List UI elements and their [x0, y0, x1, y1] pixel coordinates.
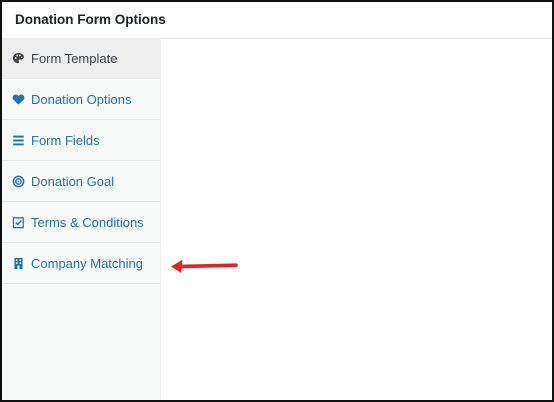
sidebar-item-donation-options[interactable]: Donation Options	[2, 79, 160, 120]
list-icon	[11, 133, 25, 147]
heart-icon	[11, 92, 25, 106]
target-icon	[11, 174, 25, 188]
sidebar-item-label: Terms & Conditions	[31, 214, 144, 230]
palette-icon	[11, 51, 25, 65]
annotation-arrow	[171, 259, 238, 273]
sidebar-item-form-template[interactable]: Form Template	[2, 38, 160, 79]
sidebar-item-label: Form Fields	[31, 132, 100, 148]
checkbox-icon	[11, 215, 25, 229]
sidebar-item-donation-goal[interactable]: Donation Goal	[2, 161, 160, 202]
sidebar-item-label: Form Template	[31, 50, 118, 66]
sidebar-item-form-fields[interactable]: Form Fields	[2, 120, 160, 161]
sidebar-item-label: Donation Goal	[31, 173, 115, 189]
sidebar-item-company-matching[interactable]: Company Matching	[2, 243, 160, 284]
donation-form-options-panel: Donation Form Options Form Template Dona…	[0, 0, 554, 402]
sidebar-item-terms-conditions[interactable]: Terms & Conditions	[2, 202, 160, 243]
sidebar-item-label: Donation Options	[31, 91, 132, 107]
building-icon	[11, 256, 25, 270]
panel-title: Donation Form Options	[2, 2, 552, 39]
sidebar-item-label: Company Matching	[31, 255, 143, 271]
options-sidebar: Form Template Donation Options Form Fiel…	[2, 38, 161, 400]
